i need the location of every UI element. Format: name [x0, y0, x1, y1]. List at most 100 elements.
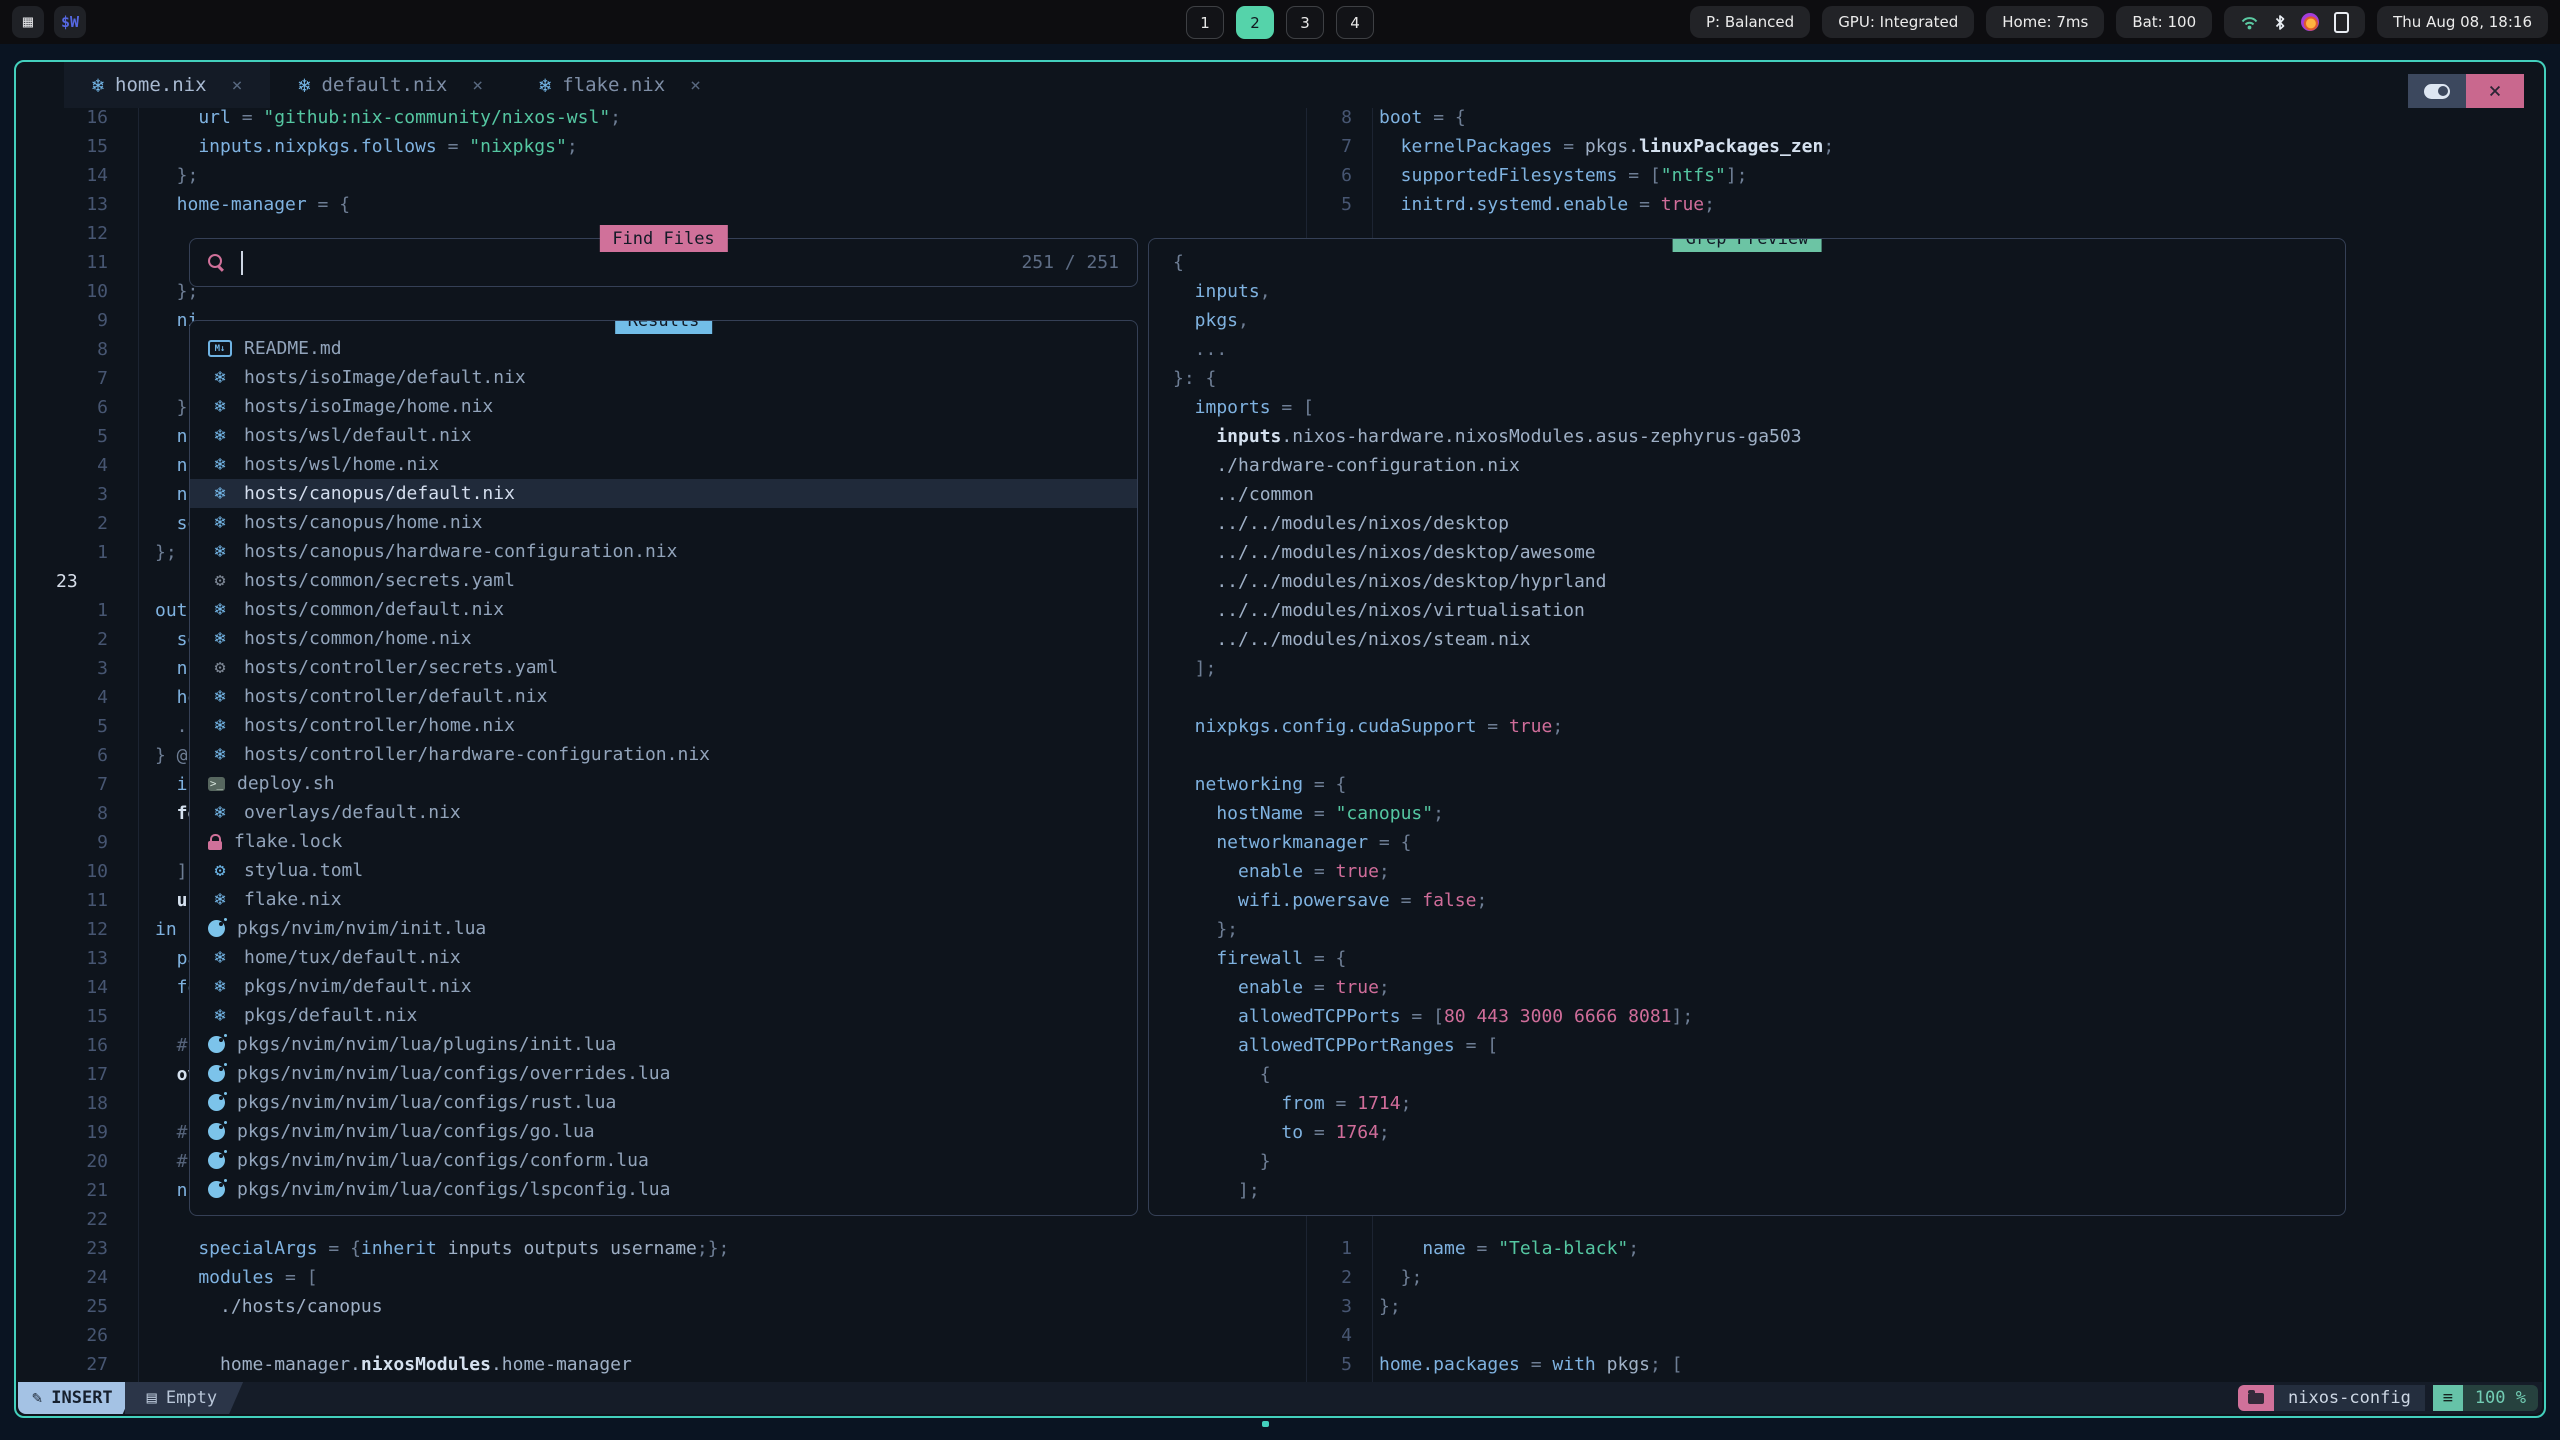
tab-flake.nix[interactable]: ❄flake.nix×: [511, 62, 729, 108]
workspace-3[interactable]: 3: [1286, 6, 1324, 39]
results-list: README.md❄hosts/isoImage/default.nix❄hos…: [190, 334, 1137, 1204]
file-result-item[interactable]: ❄hosts/canopus/home.nix: [190, 508, 1137, 537]
file-result-item[interactable]: pkgs/nvim/nvim/init.lua: [190, 914, 1137, 943]
file-result-item[interactable]: ❄hosts/wsl/home.nix: [190, 450, 1137, 479]
results-counter: 251 / 251: [1021, 252, 1119, 273]
file-result-item[interactable]: pkgs/nvim/nvim/lua/configs/rust.lua: [190, 1088, 1137, 1117]
tab-close-icon[interactable]: ×: [232, 75, 243, 96]
toggle-button[interactable]: [2408, 74, 2466, 108]
file-result-label: pkgs/nvim/nvim/lua/configs/overrides.lua: [237, 1063, 670, 1084]
status-pill[interactable]: Bat: 100: [2116, 6, 2212, 38]
buffer-icon: ▤: [147, 1388, 157, 1408]
file-result-item[interactable]: pkgs/nvim/nvim/lua/configs/conform.lua: [190, 1146, 1137, 1175]
preview-line: {: [1173, 248, 2345, 277]
status-pill[interactable]: Home: 7ms: [1986, 6, 2104, 38]
app-logo[interactable]: $W: [54, 6, 86, 38]
file-result-item[interactable]: ⚙hosts/controller/secrets.yaml: [190, 653, 1137, 682]
tab-close-icon[interactable]: ×: [690, 75, 701, 96]
file-result-label: hosts/controller/home.nix: [244, 715, 515, 736]
file-result-item[interactable]: ❄hosts/common/home.nix: [190, 624, 1137, 653]
code-line: 8: [32, 335, 155, 364]
lua-file-icon: [208, 1123, 225, 1140]
file-result-item[interactable]: ❄home/tux/default.nix: [190, 943, 1137, 972]
preview-window: Grep Preview {inputs,pkgs,...}: {imports…: [1148, 238, 2346, 1216]
line-number: 11: [32, 886, 108, 915]
workspace-4[interactable]: 4: [1336, 6, 1374, 39]
file-result-item[interactable]: pkgs/nvim/nvim/lua/configs/go.lua: [190, 1117, 1137, 1146]
scroll-progress: 100 %: [2463, 1385, 2538, 1411]
code-line: 2};: [1256, 1263, 1422, 1292]
line-number: 6: [32, 741, 108, 770]
line-number: 12: [32, 219, 108, 248]
top-status-bar: ▦ $W 1234 P: Balanced GPU: Integrated Home…: [0, 0, 2560, 44]
grid-icon: ▦: [23, 12, 33, 32]
close-window-button[interactable]: ×: [2466, 74, 2524, 108]
tab-home.nix[interactable]: ❄home.nix×: [64, 62, 270, 108]
file-result-item[interactable]: ❄overlays/default.nix: [190, 798, 1137, 827]
file-result-item[interactable]: pkgs/nvim/nvim/lua/configs/overrides.lua: [190, 1059, 1137, 1088]
workspace-1[interactable]: 1: [1186, 6, 1224, 39]
workspace-2[interactable]: 2: [1236, 6, 1274, 39]
find-files-prompt[interactable]: Find Files 251 / 251: [189, 238, 1138, 287]
file-result-item[interactable]: README.md: [190, 334, 1137, 363]
file-result-label: home/tux/default.nix: [244, 947, 461, 968]
line-number: 5: [1256, 190, 1352, 219]
activity-icon[interactable]: [2301, 13, 2319, 31]
code-line: 1};: [32, 538, 177, 567]
preview-line: allowedTCPPorts = [80 443 3000 6666 8081…: [1173, 1002, 2345, 1031]
preview-line: ];: [1173, 1176, 2345, 1205]
clock[interactable]: Thu Aug 08, 18:16: [2377, 6, 2548, 38]
code-line: 1name = "Tela-black";: [1256, 1234, 1639, 1263]
nix-file-icon: ❄: [208, 483, 232, 504]
nix-file-icon: ❄: [208, 686, 232, 707]
logo-icon: $W: [61, 13, 79, 31]
statusline-right: nixos-config ≡ 100 %: [2238, 1385, 2538, 1411]
file-result-label: pkgs/nvim/nvim/init.lua: [237, 918, 486, 939]
code-line: 17ov: [32, 1060, 198, 1089]
file-result-item[interactable]: ❄ hosts/controller/home.nix: [190, 711, 1137, 740]
file-result-item[interactable]: ❄pkgs/nvim/default.nix: [190, 972, 1137, 1001]
nix-file-icon: ❄: [208, 715, 232, 736]
workspaces: 1234: [1186, 6, 1374, 39]
bluetooth-icon[interactable]: [2274, 14, 2286, 31]
preview-line: }: {: [1173, 364, 2345, 393]
code-line: 4ho: [32, 683, 198, 712]
file-result-item[interactable]: ⚙hosts/common/secrets.yaml: [190, 566, 1137, 595]
tab-close-icon[interactable]: ×: [472, 75, 483, 96]
preview-line: {: [1173, 1060, 2345, 1089]
file-result-item[interactable]: ❄hosts/controller/hardware-configuration…: [190, 740, 1137, 769]
file-result-item[interactable]: pkgs/nvim/nvim/lua/configs/lspconfig.lua: [190, 1175, 1137, 1204]
file-result-item[interactable]: ❄hosts/wsl/default.nix: [190, 421, 1137, 450]
status-pill[interactable]: P: Balanced: [1690, 6, 1810, 38]
preview-line: }: [1173, 1147, 2345, 1176]
code-line: 10};: [32, 277, 198, 306]
line-number: 8: [1256, 103, 1352, 132]
file-result-item[interactable]: ❄hosts/isoImage/home.nix: [190, 392, 1137, 421]
nix-file-icon: ❄: [208, 976, 232, 997]
file-result-item[interactable]: pkgs/nvim/nvim/lua/plugins/init.lua: [190, 1030, 1137, 1059]
file-result-item[interactable]: ❄pkgs/default.nix: [190, 1001, 1137, 1030]
launcher-button[interactable]: ▦: [12, 6, 44, 38]
line-number: 8: [32, 799, 108, 828]
code-line: 5ni: [32, 422, 198, 451]
file-result-item[interactable]: ❄hosts/common/default.nix: [190, 595, 1137, 624]
file-result-item[interactable]: ❄hosts/isoImage/default.nix: [190, 363, 1137, 392]
file-result-item[interactable]: ⚙stylua.toml: [190, 856, 1137, 885]
window-controls: ×: [2408, 74, 2524, 108]
line-number: 10: [32, 857, 108, 886]
file-result-item[interactable]: deploy.sh: [190, 769, 1137, 798]
phone-icon[interactable]: [2334, 12, 2349, 33]
file-result-item[interactable]: ❄hosts/canopus/hardware-configuration.ni…: [190, 537, 1137, 566]
line-number: 7: [32, 364, 108, 393]
wifi-icon[interactable]: [2240, 15, 2259, 30]
code-line: 12: [32, 219, 155, 248]
file-result-item[interactable]: ❄hosts/canopus/default.nix: [190, 479, 1137, 508]
file-result-item[interactable]: ❄hosts/controller/default.nix: [190, 682, 1137, 711]
code-line: 6} @: [32, 741, 188, 770]
file-result-item[interactable]: ❄flake.nix: [190, 885, 1137, 914]
file-result-item[interactable]: flake.lock: [190, 827, 1137, 856]
line-number: 3: [1256, 1292, 1352, 1321]
preview-line: };: [1173, 915, 2345, 944]
status-pill[interactable]: GPU: Integrated: [1822, 6, 1974, 38]
tab-default.nix[interactable]: ❄default.nix×: [270, 62, 511, 108]
